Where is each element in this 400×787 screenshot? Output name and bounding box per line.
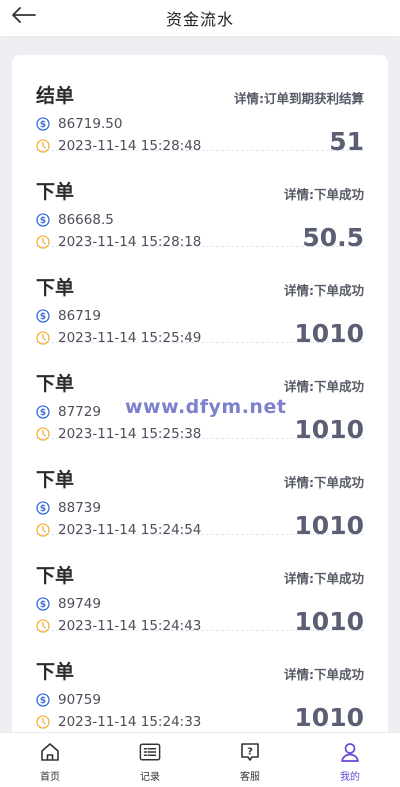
svg-text:$: $: [40, 312, 46, 322]
back-button[interactable]: [10, 4, 38, 26]
list-item: 下单 详情:下单成功 $ 89749 2023-11-14 15:24:43 1…: [36, 535, 364, 636]
arrow-left-icon: [12, 7, 36, 23]
order-number: 86719: [58, 308, 101, 324]
svg-text:$: $: [40, 696, 46, 706]
dollar-circle-icon: $: [36, 501, 50, 515]
dollar-circle-icon: $: [36, 309, 50, 323]
svg-text:?: ?: [247, 747, 253, 758]
record-detail: 详情:下单成功: [284, 571, 364, 586]
help-chat-icon: ?: [239, 741, 261, 763]
record-amount: 1010: [294, 703, 364, 732]
record-detail: 详情:下单成功: [284, 283, 364, 298]
tab-label: 我的: [340, 772, 360, 783]
record-detail: 详情:订单到期获利结算: [234, 91, 364, 106]
svg-text:$: $: [40, 504, 46, 514]
page-title: 资金流水: [165, 10, 234, 29]
record-type: 下单: [36, 373, 75, 395]
list-icon: [139, 741, 161, 763]
tab-profile[interactable]: 我的: [300, 733, 400, 787]
record-type: 下单: [36, 565, 75, 587]
record-type: 下单: [36, 661, 75, 683]
tab-records[interactable]: 记录: [100, 733, 200, 787]
tab-label: 首页: [40, 772, 60, 783]
dollar-circle-icon: $: [36, 405, 50, 419]
watermark-text: www.dfym.net: [125, 396, 287, 418]
dollar-circle-icon: $: [36, 693, 50, 707]
order-number: 88739: [58, 500, 101, 516]
clock-icon: [36, 715, 50, 729]
record-detail: 详情:下单成功: [284, 187, 364, 202]
dollar-circle-icon: $: [36, 117, 50, 131]
record-type: 下单: [36, 181, 75, 203]
order-number: 87729: [58, 404, 101, 420]
home-icon: [39, 741, 61, 763]
order-number: 90759: [58, 692, 101, 708]
list-item: 结单 详情:订单到期获利结算 $ 86719.50 2023-11-14 15:…: [36, 55, 364, 156]
order-number: 89749: [58, 596, 101, 612]
record-time: 2023-11-14 15:24:33: [58, 714, 202, 730]
svg-text:$: $: [40, 600, 46, 610]
order-number: 86668.5: [58, 212, 114, 228]
user-icon: [339, 741, 361, 763]
record-type: 结单: [36, 85, 75, 107]
dollar-circle-icon: $: [36, 213, 50, 227]
list-item: 下单 详情:下单成功 $ 90759 2023-11-14 15:24:33 1…: [36, 631, 364, 732]
svg-text:$: $: [40, 408, 46, 418]
order-number: 86719.50: [58, 116, 123, 132]
record-type: 下单: [36, 277, 75, 299]
svg-text:$: $: [40, 120, 46, 130]
svg-text:$: $: [40, 216, 46, 226]
record-detail: 详情:下单成功: [284, 667, 364, 682]
bottom-tab-bar: 首页 记录 ? 客服 我的: [0, 732, 400, 787]
top-bar: 资金流水: [0, 0, 400, 36]
record-detail: 详情:下单成功: [284, 379, 364, 394]
list-item: 下单 详情:下单成功 $ 87729 2023-11-14 15:25:38 1…: [36, 343, 364, 444]
tab-home[interactable]: 首页: [0, 733, 100, 787]
list-item: 下单 详情:下单成功 $ 86719 2023-11-14 15:25:49 1…: [36, 247, 364, 348]
tab-service[interactable]: ? 客服: [200, 733, 300, 787]
tab-label: 记录: [140, 772, 160, 783]
record-detail: 详情:下单成功: [284, 475, 364, 490]
list-item: 下单 详情:下单成功 $ 88739 2023-11-14 15:24:54 1…: [36, 439, 364, 540]
dollar-circle-icon: $: [36, 597, 50, 611]
list-item: 下单 详情:下单成功 $ 86668.5 2023-11-14 15:28:18…: [36, 151, 364, 252]
tab-label: 客服: [240, 772, 260, 783]
record-type: 下单: [36, 469, 75, 491]
